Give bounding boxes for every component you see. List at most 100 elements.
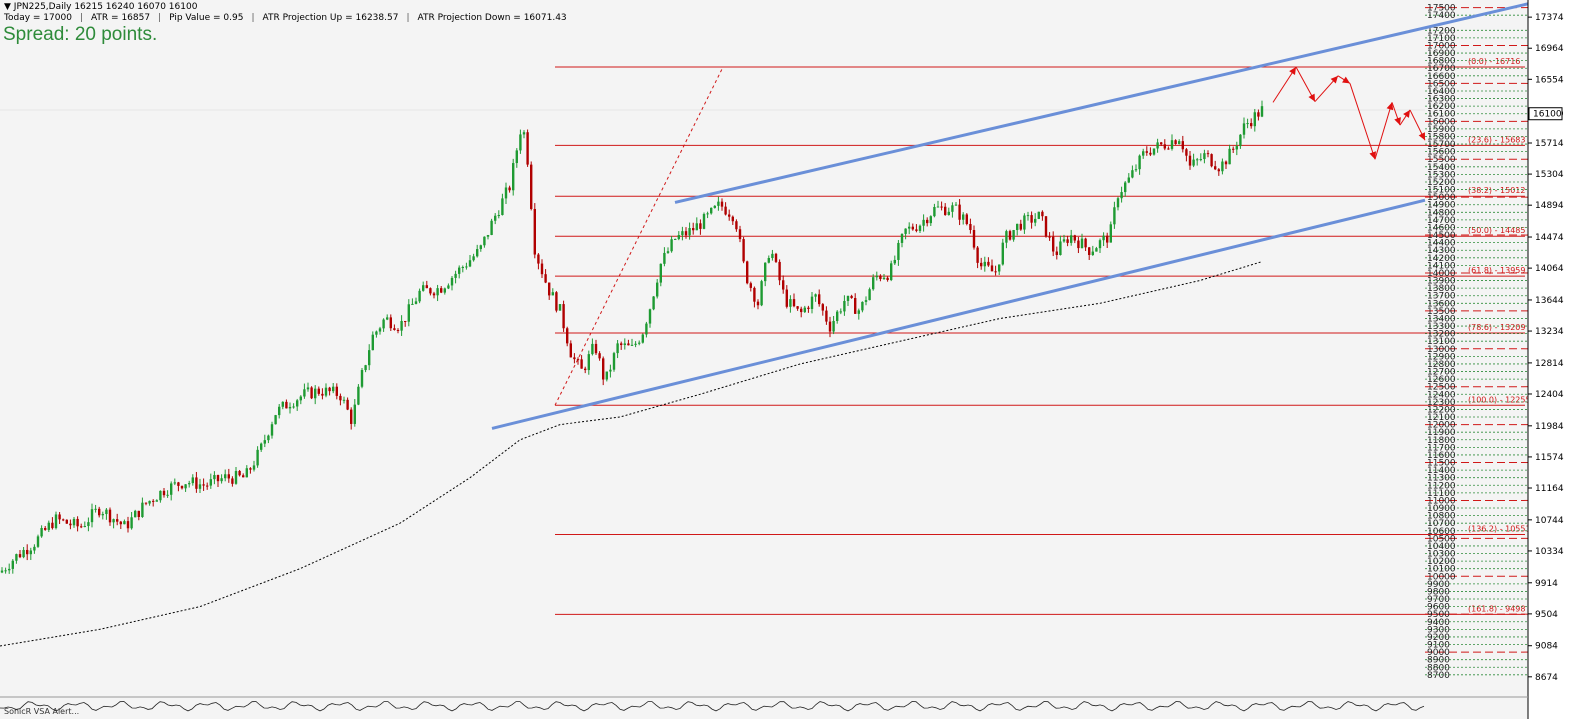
- candle-body: [378, 328, 382, 332]
- candle-body: [1091, 251, 1094, 255]
- candle-body: [443, 288, 446, 293]
- current-price-label: 16100: [1533, 110, 1562, 120]
- candle-body: [184, 484, 187, 489]
- candle-body: [1221, 161, 1224, 172]
- candle-body: [15, 554, 18, 561]
- candle-body: [764, 262, 767, 282]
- candle-body: [962, 214, 965, 220]
- candle-body: [1088, 247, 1091, 255]
- symbol-name: JPN225,Daily: [13, 2, 72, 12]
- candle-body: [1026, 215, 1030, 217]
- candle-body: [864, 300, 868, 302]
- candle-body: [90, 509, 94, 523]
- candle-body: [1242, 123, 1246, 135]
- candle-body: [278, 406, 281, 416]
- candle-body: [252, 465, 256, 470]
- candle-body: [587, 354, 590, 371]
- candle-body: [1098, 240, 1102, 249]
- candle-body: [645, 323, 648, 335]
- candle-body: [357, 386, 360, 405]
- axis-label-9: 13644: [1535, 296, 1564, 306]
- candle-body: [566, 328, 569, 344]
- price-axis[interactable]: 17374 16964 16554 16100 15714 15304 14894 14474…: [1527, 0, 1594, 719]
- stat-atr-up: ATR Projection Up = 16238.57: [262, 13, 399, 23]
- candle-body: [965, 214, 968, 224]
- candle-body: [512, 163, 515, 191]
- candle-body: [314, 388, 317, 399]
- fib-label-2: (38.2) - 15012: [1468, 186, 1525, 195]
- candle-body: [1077, 240, 1080, 249]
- candle-body: [191, 477, 194, 484]
- candle-body: [638, 342, 641, 344]
- candle-body: [702, 214, 706, 229]
- candle-body: [713, 205, 716, 208]
- candle-body: [1048, 236, 1051, 238]
- candle-body: [342, 399, 346, 401]
- candle-body: [994, 271, 997, 273]
- candle-body: [382, 319, 385, 329]
- candle-body: [339, 395, 342, 401]
- candle-body: [728, 214, 731, 217]
- candle-body: [526, 132, 529, 165]
- candle-body: [1034, 218, 1037, 223]
- candle-body: [897, 242, 900, 260]
- candle-body: [1246, 123, 1249, 125]
- candle-body: [1253, 112, 1256, 127]
- candle-body: [940, 206, 943, 208]
- candle-body: [1062, 239, 1066, 242]
- candle-body: [724, 206, 727, 215]
- candle-body: [350, 409, 353, 424]
- candle-body: [303, 389, 306, 397]
- candle-body: [40, 528, 43, 537]
- price-chart[interactable]: (0.0) - 16716 (23.6) - 15683 (38.2) - 1501…: [0, 0, 1594, 719]
- candle-body: [551, 292, 554, 296]
- candle-body: [180, 485, 184, 489]
- candle-body: [540, 263, 544, 275]
- indicator-label: SonicR VSA Alert...: [4, 707, 80, 716]
- candle-body: [486, 234, 490, 237]
- candle-body: [850, 295, 853, 299]
- candle-body: [814, 294, 817, 297]
- candle-body: [1012, 230, 1015, 240]
- candle-body: [774, 253, 778, 262]
- candle-body: [231, 478, 234, 484]
- candle-body: [1044, 216, 1048, 237]
- candle-body: [1073, 235, 1076, 241]
- candle-body: [328, 387, 331, 392]
- candle-body: [1203, 153, 1206, 160]
- axis-label-15: 11164: [1535, 484, 1564, 494]
- candle-body: [126, 521, 130, 529]
- candle-body: [368, 350, 371, 366]
- candle-body: [656, 282, 659, 297]
- candle-body: [29, 550, 32, 555]
- candle-body: [969, 223, 972, 231]
- scale-label-87: 8700: [1427, 671, 1450, 681]
- candle-body: [1232, 148, 1235, 150]
- candle-body: [144, 502, 148, 504]
- candle-body: [944, 206, 947, 215]
- candle-body: [1239, 134, 1242, 147]
- candle-body: [407, 304, 410, 322]
- candle-body: [1257, 112, 1260, 117]
- candle-body: [544, 274, 547, 283]
- candle-body: [123, 521, 126, 525]
- candle-body: [1066, 239, 1069, 243]
- candle-body: [389, 317, 392, 329]
- candle-body: [98, 508, 101, 516]
- candle-body: [782, 280, 785, 290]
- candle-body: [94, 508, 97, 510]
- candle-body: [130, 517, 133, 529]
- candle-body: [933, 206, 936, 217]
- candle-body: [238, 470, 241, 476]
- candle-body: [602, 358, 605, 380]
- candle-body: [1178, 141, 1181, 145]
- candle-body: [746, 261, 749, 284]
- candle-body: [1070, 235, 1073, 243]
- candle-body: [947, 211, 950, 215]
- candle-body: [674, 238, 677, 240]
- dropdown-triangle-icon[interactable]: ▼: [4, 2, 11, 12]
- candle-body: [825, 310, 828, 322]
- candle-body: [26, 549, 29, 555]
- candle-body: [497, 215, 500, 217]
- candle-body: [18, 554, 22, 558]
